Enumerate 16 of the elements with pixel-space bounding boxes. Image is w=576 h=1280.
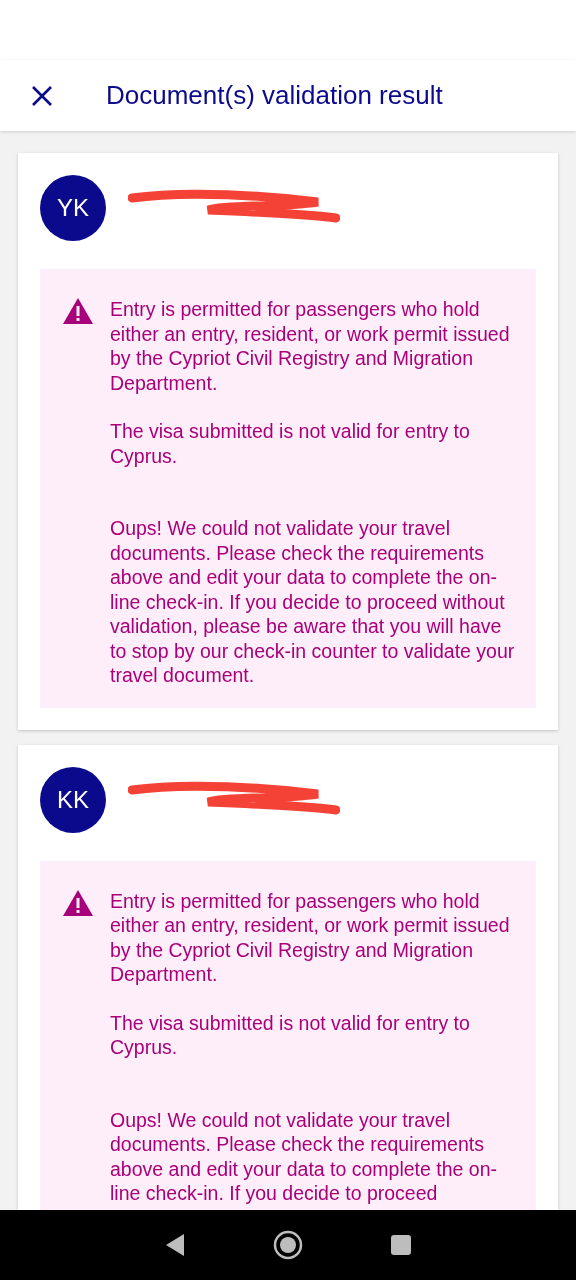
alert-message: Oups! We could not validate your travel documents. Please check the requirements above and edit your data to complete the on-line check-in. If you decide to proceed xyxy=(110,1107,498,1206)
avatar: YK xyxy=(40,175,106,241)
alert-message: The visa submitted is not valid for entry to Cyprus. xyxy=(110,419,471,468)
page-title: Document(s) validation result xyxy=(106,79,443,112)
warning-icon xyxy=(62,888,94,917)
alert-message: Oups! We could not validate your travel documents. Please check the requirements above and edit your data to complete the on-line check-in. If you decide to proceed without validation, please be aware that you will have to stop by our check-in counter to validate your travel document. xyxy=(110,516,516,688)
alert-message: Entry is permitted for passengers who hold either an entry, resident, or work permit issued by the Cypriot Civil Registry and Migration Department. xyxy=(110,888,511,987)
close-icon xyxy=(31,84,53,107)
alert-message: The visa submitted is not valid for entry to Cyprus. xyxy=(110,1010,471,1060)
recents-icon xyxy=(390,1234,413,1256)
home-icon xyxy=(273,1230,303,1260)
home-button[interactable] xyxy=(273,1230,303,1260)
avatar: KK xyxy=(40,766,106,833)
recents-button[interactable] xyxy=(390,1234,413,1256)
alert-message: Entry is permitted for passengers who hold either an entry, resident, or work permit issued by the Cypriot Civil Registry and Migration Department. xyxy=(110,297,511,395)
warning-icon xyxy=(62,297,94,325)
